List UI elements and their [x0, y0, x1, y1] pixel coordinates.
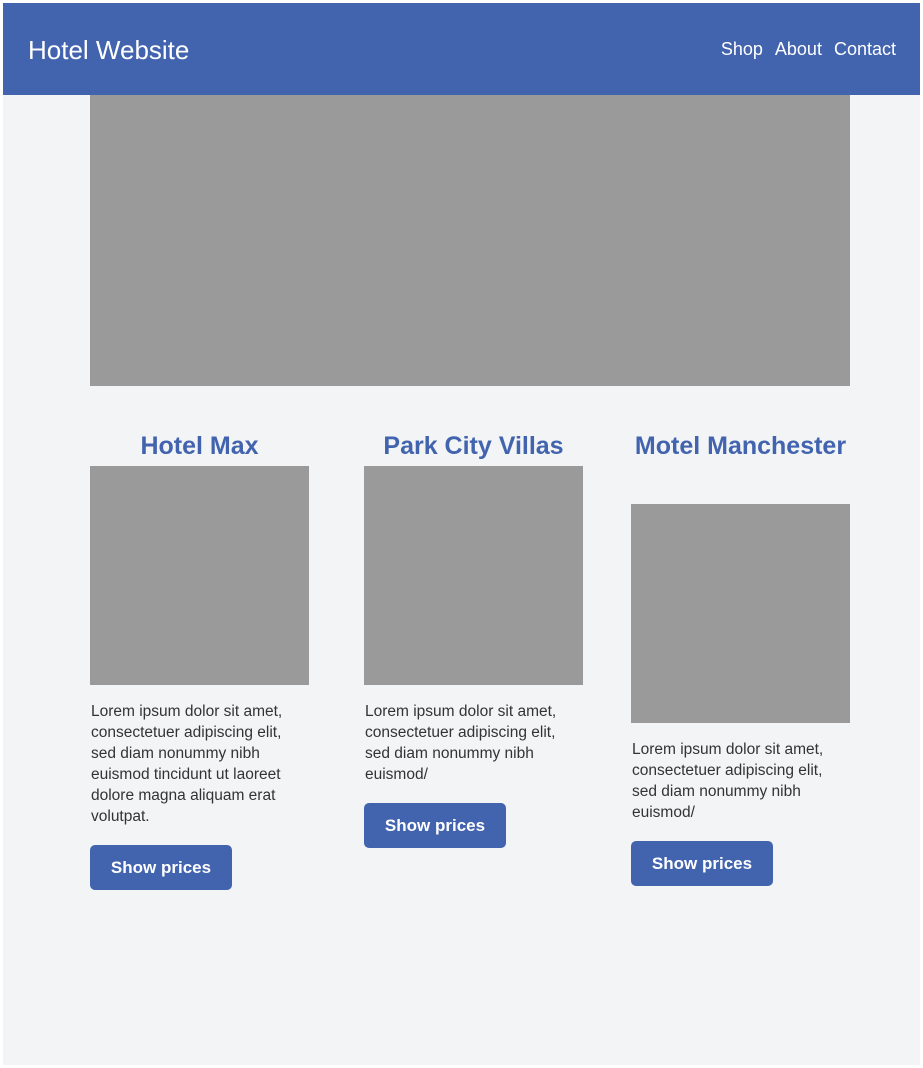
hotel-name: Hotel Max	[140, 432, 259, 460]
show-prices-button[interactable]: Show prices	[90, 845, 232, 890]
hotel-name: Park City Villas	[383, 432, 564, 460]
hotel-image-placeholder	[364, 466, 583, 685]
hero-image-placeholder	[90, 95, 850, 386]
hotel-card-hotel-max: Hotel Max Lorem ipsum dolor sit amet, co…	[90, 429, 309, 890]
nav-link-shop[interactable]: Shop	[721, 36, 763, 62]
hotel-description: Lorem ipsum dolor sit amet, consectetuer…	[91, 703, 283, 825]
show-prices-button[interactable]: Show prices	[364, 803, 506, 848]
site-header: Hotel Website Shop About Contact	[3, 3, 920, 95]
page: Hotel Website Shop About Contact Hotel M…	[3, 3, 920, 1065]
show-prices-button[interactable]: Show prices	[631, 841, 773, 886]
nav-link-about[interactable]: About	[775, 36, 822, 62]
hotel-card-motel-manchester: Motel Manchester Lorem ipsum dolor sit a…	[631, 429, 850, 886]
hotel-image-placeholder	[631, 504, 850, 723]
nav-link-contact[interactable]: Contact	[834, 36, 896, 62]
hotel-description: Lorem ipsum dolor sit amet, consectetuer…	[632, 741, 824, 821]
site-title[interactable]: Hotel Website	[28, 33, 189, 67]
hotel-card-park-city-villas: Park City Villas Lorem ipsum dolor sit a…	[364, 429, 583, 848]
hotel-description: Lorem ipsum dolor sit amet, consectetuer…	[365, 703, 557, 783]
hotel-name: Motel Manchester	[634, 432, 847, 460]
hotel-image-placeholder	[90, 466, 309, 685]
main-nav: Shop About Contact	[721, 36, 896, 62]
